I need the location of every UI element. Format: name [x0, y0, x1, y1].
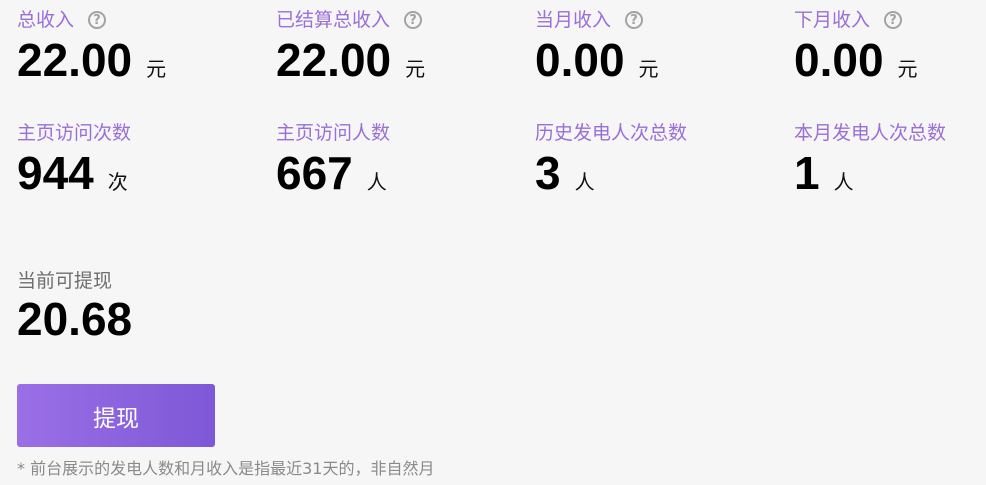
stat-total-income: 总收入 ? 22.00 元: [17, 7, 257, 85]
footnote: * 前台展示的发电人数和月收入是指最近31天的，非自然月: [17, 459, 435, 478]
stat-label-row: 总收入 ?: [17, 7, 257, 33]
stat-unit: 人: [833, 170, 854, 194]
stat-label: 总收入: [17, 9, 75, 31]
stat-label-row: 下月收入 ?: [794, 7, 986, 33]
stat-value: 944: [17, 147, 94, 199]
stat-unit: 次: [107, 170, 128, 194]
stat-label-row: 主页访问次数: [17, 120, 257, 146]
stat-label: 下月收入: [794, 9, 871, 31]
stat-current-month-income: 当月收入 ? 0.00 元: [535, 7, 775, 85]
help-icon[interactable]: ?: [404, 11, 423, 29]
stat-value-row: 22.00 元: [17, 35, 257, 85]
stat-label-row: 已结算总收入 ?: [276, 7, 516, 33]
stat-value-row: 3 人: [535, 148, 775, 198]
stat-label-row: 主页访问人数: [276, 120, 516, 146]
withdrawable-label: 当前可提现: [17, 270, 113, 292]
stat-value: 667: [276, 147, 353, 199]
stat-value: 0.00: [535, 34, 625, 86]
withdraw-button[interactable]: 提现: [17, 384, 215, 447]
stat-label-row: 本月发电人次总数: [794, 120, 986, 146]
stat-label: 当月收入: [535, 9, 612, 31]
stat-value: 1: [794, 147, 820, 199]
stat-value-row: 0.00 元: [794, 35, 986, 85]
stat-unit: 元: [405, 57, 426, 81]
stat-unit: 元: [638, 57, 659, 81]
stat-homepage-visitors: 主页访问人数 667 人: [276, 120, 516, 198]
stat-value-row: 944 次: [17, 148, 257, 198]
stat-value: 3: [535, 147, 561, 199]
stat-unit: 元: [897, 57, 918, 81]
stat-next-month-income: 下月收入 ? 0.00 元: [794, 7, 986, 85]
stat-value: 22.00: [276, 34, 392, 86]
stat-value-row: 0.00 元: [535, 35, 775, 85]
stat-settled-income: 已结算总收入 ? 22.00 元: [276, 7, 516, 85]
stat-value-row: 667 人: [276, 148, 516, 198]
stat-label: 主页访问人数: [276, 122, 391, 144]
stat-total-sponsors: 历史发电人次总数 3 人: [535, 120, 775, 198]
stat-unit: 元: [146, 57, 167, 81]
stat-value: 22.00: [17, 34, 133, 86]
help-icon[interactable]: ?: [884, 11, 903, 29]
stat-label: 本月发电人次总数: [794, 122, 947, 144]
stat-unit: 人: [366, 170, 387, 194]
stat-homepage-visits: 主页访问次数 944 次: [17, 120, 257, 198]
stat-label-row: 历史发电人次总数: [535, 120, 775, 146]
stat-value-row: 1 人: [794, 148, 986, 198]
stat-label: 主页访问次数: [17, 122, 132, 144]
help-icon[interactable]: ?: [625, 11, 644, 29]
stat-label: 已结算总收入: [276, 9, 391, 31]
stat-label-row: 当月收入 ?: [535, 7, 775, 33]
stat-value-row: 22.00 元: [276, 35, 516, 85]
stat-label: 历史发电人次总数: [535, 122, 688, 144]
stat-value: 0.00: [794, 34, 884, 86]
stat-month-sponsors: 本月发电人次总数 1 人: [794, 120, 986, 198]
stat-unit: 人: [574, 170, 595, 194]
help-icon[interactable]: ?: [88, 11, 107, 29]
withdrawable-value: 20.68: [17, 293, 133, 345]
